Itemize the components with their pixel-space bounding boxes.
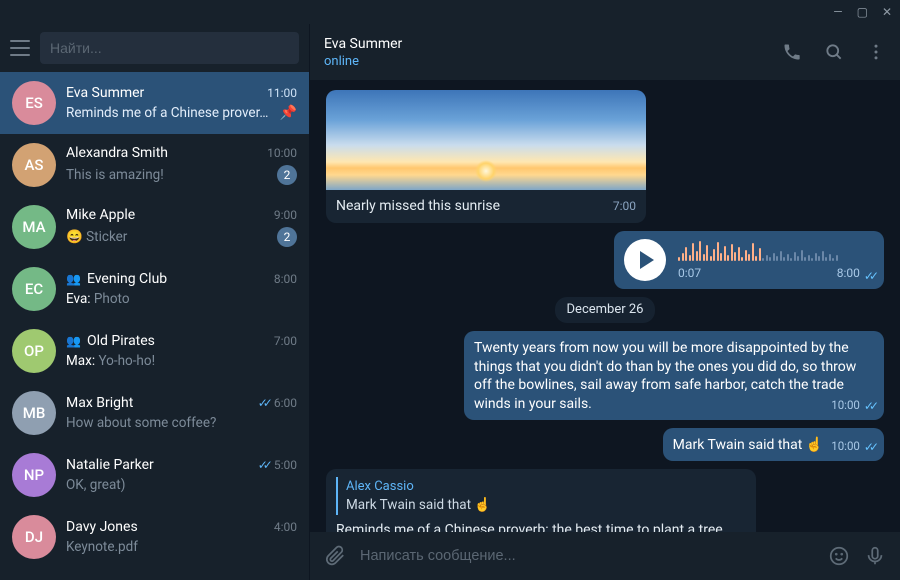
voice-elapsed: 0:07 xyxy=(678,265,837,281)
conversation-pane: Eva Summer online Nearly missed this sun… xyxy=(310,24,900,580)
chat-preview: Reminds me of a Chinese prover… xyxy=(66,105,274,121)
chat-name: Natalie Parker xyxy=(66,457,252,473)
message-voice[interactable]: 0:07 8:00 ✓✓ xyxy=(326,231,884,289)
chat-time: 7:00 xyxy=(274,334,297,348)
reply-text: Mark Twain said that ☝️ xyxy=(346,496,738,514)
message-list[interactable]: Nearly missed this sunrise 7:00 0:07 8:0… xyxy=(310,80,900,532)
avatar: AS xyxy=(12,143,56,187)
message-text[interactable]: Mark Twain said that ☝️ ✓✓ 10:00 xyxy=(326,428,884,461)
chat-preview: This is amazing! xyxy=(66,167,271,183)
chat-name: Max Bright xyxy=(66,395,252,411)
sidebar: ES Eva Summer 11:00 Reminds me of a Chinese… xyxy=(0,24,310,580)
menu-button[interactable] xyxy=(10,40,30,56)
maximize-button[interactable]: ▢ xyxy=(857,5,868,19)
message-body: Twenty years from now you will be more d… xyxy=(474,340,856,413)
message-input[interactable] xyxy=(360,548,814,564)
message-reply[interactable]: Alex Cassio Mark Twain said that ☝️ Remi… xyxy=(326,469,884,532)
chat-time: 10:00 xyxy=(267,146,297,160)
chat-item[interactable]: NP Natalie Parker ✓✓ 5:00 OK, great) xyxy=(0,444,309,506)
group-icon: 👥 xyxy=(66,334,81,348)
avatar: DJ xyxy=(12,515,56,559)
search-input[interactable] xyxy=(50,40,289,56)
call-icon[interactable] xyxy=(782,42,802,62)
peer-info[interactable]: Eva Summer online xyxy=(324,36,768,69)
peer-name: Eva Summer xyxy=(324,36,768,52)
avatar: OP xyxy=(12,329,56,373)
search-icon[interactable] xyxy=(824,42,844,62)
message-photo[interactable]: Nearly missed this sunrise 7:00 xyxy=(326,90,884,223)
chat-item[interactable]: MA Mike Apple 9:00😄 Sticker 2 xyxy=(0,196,309,258)
reply-preview[interactable]: Alex Cassio Mark Twain said that ☝️ xyxy=(336,477,746,515)
chat-list[interactable]: ES Eva Summer 11:00 Reminds me of a Chinese… xyxy=(0,72,309,580)
avatar: EC xyxy=(12,267,56,311)
chat-name: Eva Summer xyxy=(66,85,261,101)
avatar: MA xyxy=(12,205,56,249)
play-button[interactable] xyxy=(624,239,666,281)
unread-badge: 2 xyxy=(277,227,297,247)
chat-item[interactable]: MB Max Bright ✓✓ 6:00 How about some coffee? xyxy=(0,382,309,444)
avatar: MB xyxy=(12,391,56,435)
chat-preview: Eva: Photo xyxy=(66,291,297,307)
message-time: 10:00 xyxy=(831,398,860,414)
group-icon: 👥 xyxy=(66,272,81,286)
avatar: NP xyxy=(12,453,56,497)
minimize-button[interactable]: — xyxy=(833,5,842,19)
voice-waveform[interactable] xyxy=(678,239,874,261)
chat-name: Alexandra Smith xyxy=(66,145,261,161)
photo-caption: Nearly missed this sunrise xyxy=(336,197,603,216)
chat-item[interactable]: EC 👥 Evening Club 8:00 Eva: Photo xyxy=(0,258,309,320)
window-controls: — ▢ ✕ xyxy=(0,0,900,24)
read-checks-icon: ✓✓ xyxy=(258,458,268,472)
message-body: Mark Twain said that ☝️ xyxy=(673,437,824,453)
read-checks-icon: ✓✓ xyxy=(258,396,268,410)
chat-name: Evening Club xyxy=(87,271,268,287)
photo-thumbnail[interactable] xyxy=(326,90,646,190)
chat-time: 4:00 xyxy=(274,520,297,534)
chat-preview: Keynote.pdf xyxy=(66,539,297,555)
search-field[interactable] xyxy=(40,32,299,64)
reply-from: Alex Cassio xyxy=(346,478,738,496)
chat-item[interactable]: DJ Davy Jones 4:00 Keynote.pdf xyxy=(0,506,309,568)
chat-preview: How about some coffee? xyxy=(66,415,297,431)
chat-item[interactable]: ES Eva Summer 11:00 Reminds me of a Chinese… xyxy=(0,72,309,134)
read-checks-icon: ✓✓ xyxy=(864,398,874,414)
emoji-icon[interactable] xyxy=(828,545,850,567)
attach-icon[interactable] xyxy=(324,545,346,567)
date-divider: December 26 xyxy=(326,297,884,323)
message-time: 10:00 xyxy=(831,439,860,455)
conversation-header: Eva Summer online xyxy=(310,24,900,80)
chat-time: 11:00 xyxy=(267,86,297,100)
close-button[interactable]: ✕ xyxy=(882,5,892,19)
read-checks-icon: ✓✓ xyxy=(864,268,874,284)
message-text[interactable]: Twenty years from now you will be more d… xyxy=(326,331,884,421)
avatar: ES xyxy=(12,81,56,125)
chat-preview: Max: Yo-ho-ho! xyxy=(66,353,297,369)
unread-badge: 2 xyxy=(277,165,297,185)
chat-time: 8:00 xyxy=(274,272,297,286)
chat-item[interactable]: AS Alexandra Smith 10:00 This is amazing! 2 xyxy=(0,134,309,196)
chat-preview: 😄 Sticker xyxy=(66,229,271,245)
chat-item[interactable]: OP 👥 Old Pirates 7:00 Max: Yo-ho-ho! xyxy=(0,320,309,382)
pin-icon: 📌 xyxy=(280,105,297,121)
read-checks-icon: ✓✓ xyxy=(864,439,874,455)
message-time: 8:00 xyxy=(837,265,860,281)
chat-name: Old Pirates xyxy=(87,333,268,349)
chat-time: 9:00 xyxy=(274,208,297,222)
message-time: 7:00 xyxy=(613,198,636,214)
chat-time: 6:00 xyxy=(274,396,297,410)
peer-status: online xyxy=(324,54,768,69)
more-icon[interactable] xyxy=(866,42,886,62)
composer xyxy=(310,532,900,580)
chat-name: Mike Apple xyxy=(66,207,268,223)
mic-icon[interactable] xyxy=(864,545,886,567)
message-body: Reminds me of a Chinese proverb: the bes… xyxy=(336,522,723,532)
chat-time: 5:00 xyxy=(274,458,297,472)
chat-preview: OK, great) xyxy=(66,477,297,493)
chat-name: Davy Jones xyxy=(66,519,268,535)
